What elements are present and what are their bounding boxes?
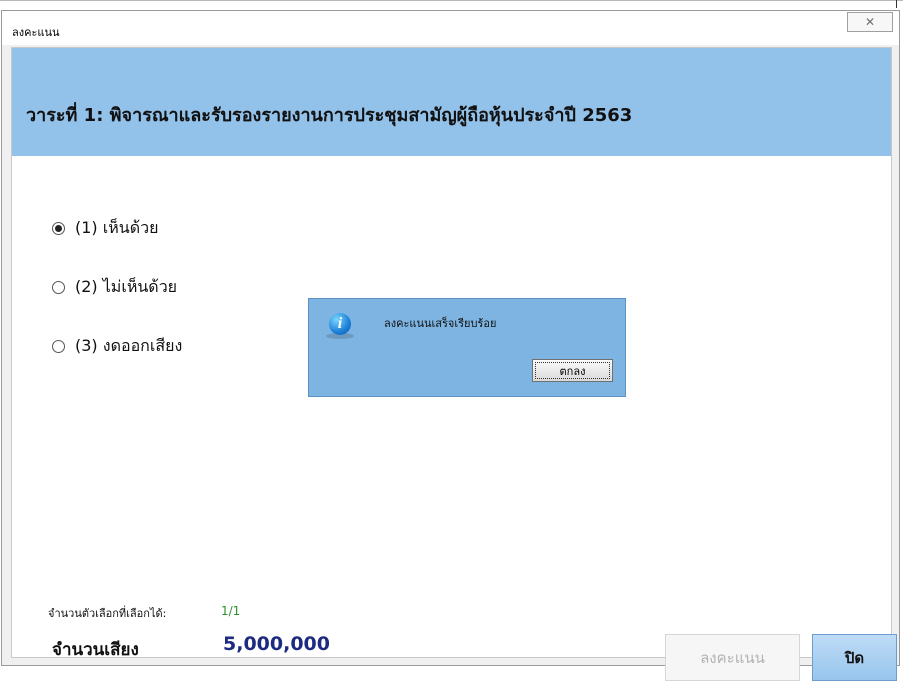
selectable-count-value: 1/1: [221, 604, 241, 618]
radio-abstain[interactable]: [52, 340, 65, 353]
votes-value: 5,000,000: [223, 633, 330, 655]
edge-mark: [896, 0, 897, 8]
option-label: (1) เห็นด้วย: [75, 218, 159, 237]
vote-panel: วาระที่ 1: พิจารณาและรับรองรายงานการประช…: [11, 47, 897, 681]
agenda-title: วาระที่ 1: พิจารณาและรับรองรายงานการประช…: [26, 105, 633, 126]
agenda-header: วาระที่ 1: พิจารณาและรับรองรายงานการประช…: [12, 48, 891, 156]
option-abstain[interactable]: (3) งดออกเสียง: [52, 334, 182, 359]
vote-button[interactable]: ลงคะแนน: [665, 634, 800, 681]
message-dialog: i ลงคะแนนเสร็จเรียบร้อย ตกลง: [308, 298, 626, 397]
window-title: ลงคะแนน: [12, 26, 60, 39]
option-disagree[interactable]: (2) ไม่เห็นด้วย: [52, 275, 177, 300]
window-close-button[interactable]: ✕: [847, 12, 893, 32]
selectable-count-label: จำนวนตัวเลือกที่เลือกได้:: [48, 607, 167, 620]
dialog-message: ลงคะแนนเสร็จเรียบร้อย: [384, 317, 497, 330]
info-icon: i: [329, 313, 351, 335]
close-button[interactable]: ปิด: [812, 634, 897, 681]
option-agree[interactable]: (1) เห็นด้วย: [52, 216, 158, 241]
vote-window: ลงคะแนน ✕ วาระที่ 1: พิจารณาและรับรองราย…: [1, 10, 900, 681]
close-icon: ✕: [864, 15, 876, 29]
votes-label: จำนวนเสียง: [52, 640, 139, 660]
radio-agree[interactable]: [52, 222, 65, 235]
ok-button[interactable]: ตกลง: [532, 359, 613, 382]
outer-border-line: [0, 0, 903, 1]
option-label: (2) ไม่เห็นด้วย: [75, 277, 178, 296]
title-bar[interactable]: ลงคะแนน ✕: [2, 11, 899, 45]
option-label: (3) งดออกเสียง: [75, 336, 183, 355]
radio-disagree[interactable]: [52, 281, 65, 294]
